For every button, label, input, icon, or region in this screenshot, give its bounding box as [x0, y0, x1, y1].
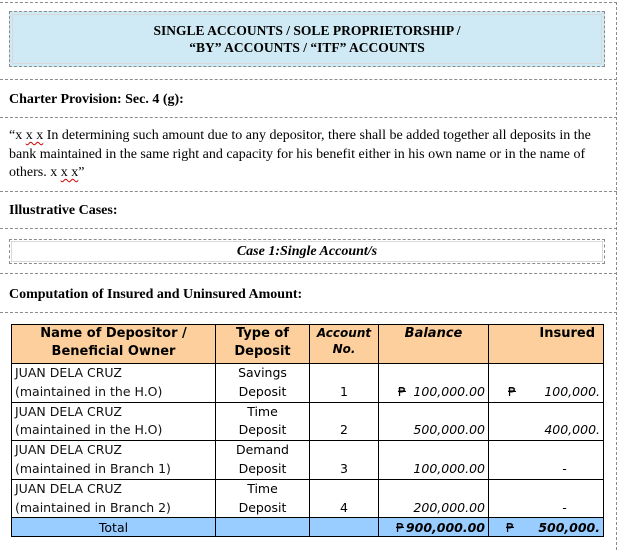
illustrative-heading: Illustrative Cases:	[9, 203, 118, 218]
total-row: Total ₱ 900,000.00 ₱ 500,000.	[11, 517, 604, 538]
empty-cell	[309, 517, 379, 538]
total-balance: 900,000.00	[405, 519, 485, 535]
deposit-type: Deposit	[238, 499, 287, 515]
balance-cell: ₱ 100,000.00	[378, 363, 489, 403]
page-title: SINGLE ACCOUNTS / SOLE PROPRIETORSHIP / …	[9, 11, 605, 67]
divider	[0, 273, 617, 274]
title-line-1: SINGLE ACCOUNTS / SOLE PROPRIETORSHIP /	[153, 23, 461, 38]
case-label: Single Account/s	[280, 243, 378, 259]
insured-value: 400,000.	[488, 401, 604, 442]
quote-text: ”	[78, 165, 85, 180]
quote-text: “x	[9, 128, 26, 143]
charter-quote: “x x x In determining such amount due to…	[9, 127, 609, 183]
depositor-name: JUAN DELA CRUZ	[15, 480, 122, 496]
divider	[0, 2, 617, 3]
insured-value: -	[488, 478, 604, 519]
case-title: Case 1: Single Account/s	[9, 239, 605, 264]
divider	[0, 228, 617, 229]
divider	[0, 312, 617, 313]
empty-cell	[215, 517, 310, 538]
total-insured-cell: ₱ 500,000.	[488, 517, 604, 538]
balance-value: 100,000.00	[413, 383, 485, 399]
divider	[616, 2, 617, 550]
account-no: 3	[309, 440, 379, 480]
account-no: 1	[309, 363, 379, 403]
table-header-row: Name of Depositor / Beneficial Owner Typ…	[11, 324, 604, 364]
table-row: JUAN DELA CRUZ (maintained in the H.O) Ti…	[11, 401, 604, 442]
account-no: 4	[309, 478, 379, 519]
spellcheck-marked-text: x x	[60, 165, 79, 180]
peso-symbol: ₱	[506, 519, 514, 535]
insured-cell: ₱ 100,000.	[488, 363, 604, 403]
table-row: JUAN DELA CRUZ (maintained in the H.O) Sa…	[11, 363, 604, 403]
deposit-type: Deposit	[238, 383, 287, 399]
title-line-2: “BY” ACCOUNTS / “ITF” ACCOUNTS	[189, 40, 425, 55]
deposit-type: Time	[247, 403, 278, 419]
header-type: Type of Deposit	[215, 324, 310, 364]
depositor-name: JUAN DELA CRUZ	[15, 403, 122, 419]
divider	[0, 117, 617, 118]
total-label: Total	[11, 517, 216, 538]
peso-symbol: ₱	[396, 519, 404, 535]
depositor-branch: (maintained in Branch 2)	[15, 499, 171, 515]
depositor-cell: JUAN DELA CRUZ (maintained in Branch 2)	[11, 478, 216, 519]
account-no: 2	[309, 401, 379, 442]
insured-value: -	[488, 440, 604, 480]
case-prefix: Case 1:	[236, 243, 281, 259]
computation-table: Name of Depositor / Beneficial Owner Typ…	[11, 324, 604, 538]
deposit-type-cell: Time Deposit	[215, 401, 310, 442]
table-row: JUAN DELA CRUZ (maintained in Branch 1) D…	[11, 440, 604, 480]
deposit-type-cell: Time Deposit	[215, 478, 310, 519]
depositor-cell: JUAN DELA CRUZ (maintained in the H.O)	[11, 363, 216, 403]
depositor-branch: (maintained in the H.O)	[15, 383, 163, 399]
depositor-cell: JUAN DELA CRUZ (maintained in Branch 1)	[11, 440, 216, 480]
depositor-branch: (maintained in Branch 1)	[15, 460, 171, 476]
deposit-type: Deposit	[238, 460, 287, 476]
header-account: Account No.	[309, 324, 379, 364]
divider	[0, 191, 617, 192]
deposit-type: Savings	[238, 365, 287, 380]
divider	[0, 79, 617, 80]
deposit-type-cell: Demand Deposit	[215, 440, 310, 480]
depositor-name: JUAN DELA CRUZ	[15, 365, 122, 380]
total-insured: 500,000.	[538, 519, 600, 535]
deposit-type: Time	[247, 480, 278, 496]
balance-value: 100,000.00	[378, 440, 489, 480]
header-insured: Insured	[488, 324, 604, 364]
quote-text: In determining such amount due to any de…	[9, 128, 591, 180]
depositor-cell: JUAN DELA CRUZ (maintained in the H.O)	[11, 401, 216, 442]
deposit-type-cell: Savings Deposit	[215, 363, 310, 403]
peso-symbol: ₱	[508, 383, 516, 399]
table-row: JUAN DELA CRUZ (maintained in Branch 2) T…	[11, 478, 604, 519]
header-name: Name of Depositor / Beneficial Owner	[11, 324, 216, 364]
deposit-type: Deposit	[238, 422, 287, 438]
insured-value: 100,000.	[544, 383, 600, 399]
depositor-branch: (maintained in the H.O)	[15, 422, 163, 438]
charter-heading: Charter Provision: Sec. 4 (g):	[9, 92, 184, 107]
peso-symbol: ₱	[398, 383, 406, 399]
spellcheck-marked-text: x x	[25, 128, 44, 143]
computation-heading: Computation of Insured and Uninsured Amo…	[9, 287, 303, 302]
balance-value: 500,000.00	[378, 401, 489, 442]
balance-value: 200,000.00	[378, 478, 489, 519]
header-balance: Balance	[378, 324, 489, 364]
deposit-type: Demand	[235, 442, 289, 458]
total-balance-cell: ₱ 900,000.00	[378, 517, 489, 538]
depositor-name: JUAN DELA CRUZ	[15, 442, 122, 458]
